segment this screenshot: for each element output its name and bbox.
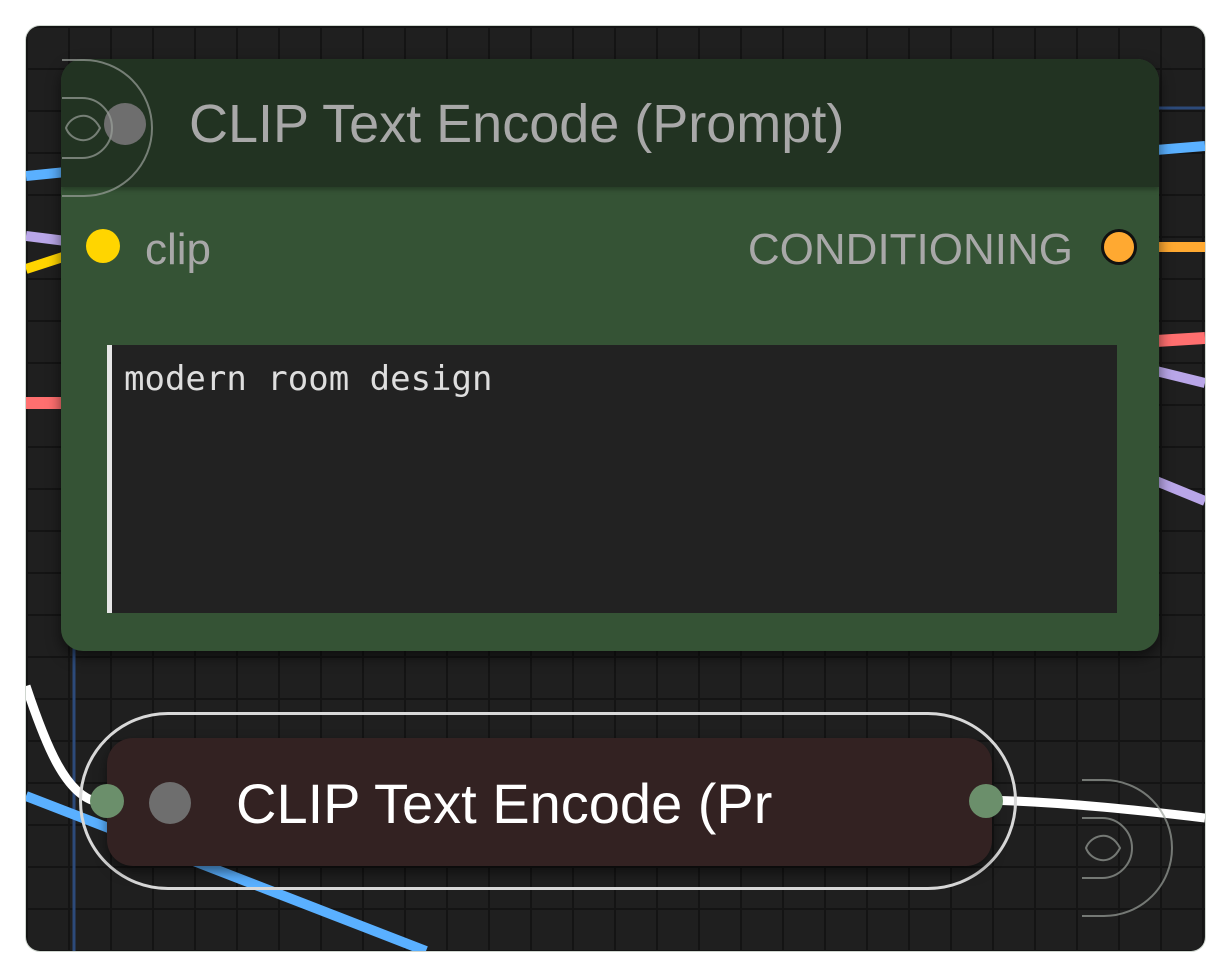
- prompt-textarea[interactable]: modern room design: [107, 345, 1117, 613]
- collapsed-input-slot[interactable]: [90, 784, 124, 818]
- clip-input-slot[interactable]: [86, 229, 120, 263]
- conditioning-output-slot[interactable]: [1101, 229, 1137, 265]
- wire-red: [1155, 332, 1205, 347]
- wire-blue: [1155, 141, 1205, 155]
- conditioning-output-label: CONDITIONING: [747, 225, 1073, 274]
- clip-text-encode-node-collapsed[interactable]: CLIP Text Encode (Pr: [107, 738, 992, 866]
- wire-purple: [26, 231, 67, 246]
- node-badge-icon: [62, 59, 153, 197]
- node-graph-canvas[interactable]: CLIP Text Encode (Prompt) clip CONDITION…: [26, 26, 1205, 951]
- collapsed-output-slot[interactable]: [969, 784, 1003, 818]
- clip-text-encode-node[interactable]: CLIP Text Encode (Prompt) clip CONDITION…: [61, 59, 1159, 651]
- node-badge-icon: [1082, 779, 1173, 917]
- node-title: CLIP Text Encode (Prompt): [189, 94, 845, 154]
- clip-input-label: clip: [145, 225, 212, 274]
- wire-purple: [1154, 366, 1205, 388]
- collapsed-node-title: CLIP Text Encode (Pr: [236, 772, 773, 835]
- node-header[interactable]: CLIP Text Encode (Prompt): [61, 59, 1159, 187]
- collapse-toggle-icon[interactable]: [149, 782, 191, 824]
- wire-yellow: [26, 251, 68, 274]
- wire-purple: [1154, 476, 1205, 506]
